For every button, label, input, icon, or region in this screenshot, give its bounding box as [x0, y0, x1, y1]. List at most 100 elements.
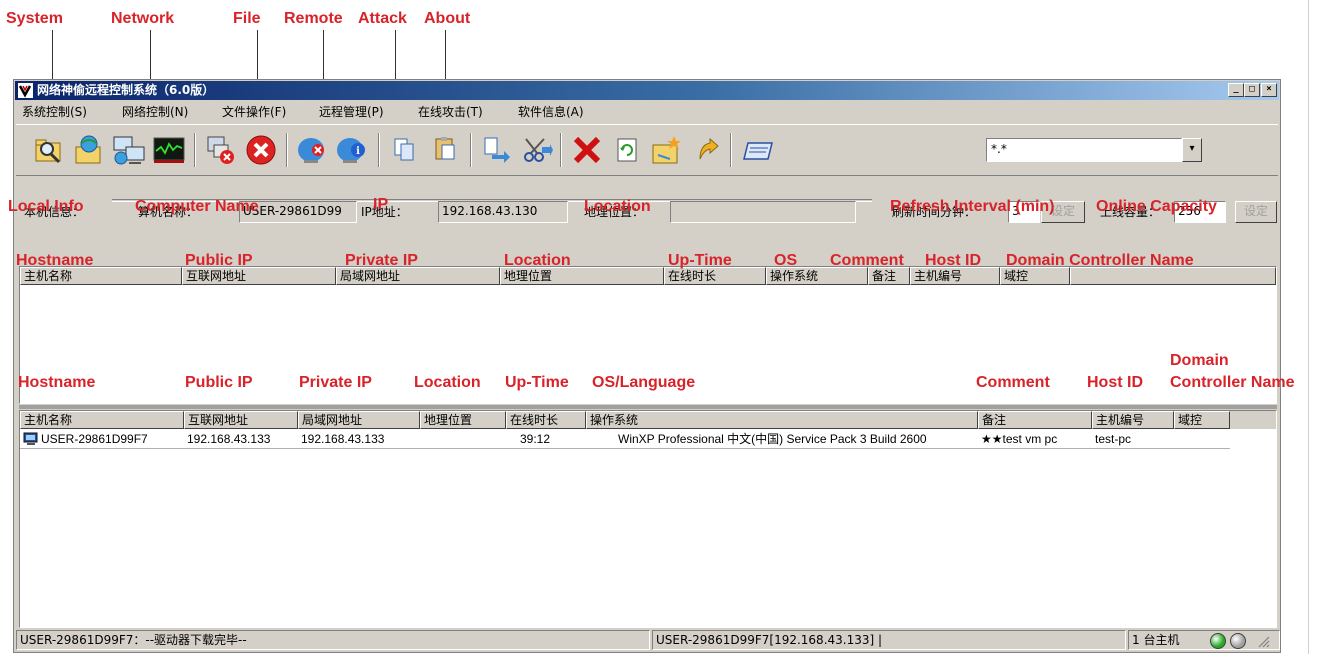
offline-led-icon [1230, 633, 1246, 649]
annot-local-info: Local Info [8, 198, 84, 215]
annot-lower-uptime: Up-Time [505, 374, 569, 391]
annot-lower-public-ip: Public IP [185, 374, 253, 391]
annot-upper-private-ip: Private IP [345, 252, 418, 269]
annot-upper-comment: Comment [830, 252, 904, 269]
monitor-graph-icon[interactable] [152, 133, 186, 167]
annot-upper-public-ip: Public IP [185, 252, 253, 269]
menu-file[interactable]: 文件操作(F) [222, 105, 286, 119]
annot-upper-domain: Domain Controller Name [1006, 252, 1194, 269]
stop-icon[interactable] [244, 133, 278, 167]
lower-col-public-ip[interactable]: 互联网地址 [184, 411, 298, 429]
copy-icon[interactable] [388, 133, 422, 167]
annot-lower-private-ip: Private IP [299, 374, 372, 391]
filter-combo-field[interactable]: *.* [986, 138, 1182, 162]
annot-lower-host-id: Host ID [1087, 374, 1143, 391]
annot-upper-hostname: Hostname [16, 252, 94, 269]
lower-table-header: 主机名称 互联网地址 局域网地址 地理位置 在线时长 操作系统 备注 主机编号 … [20, 411, 1276, 429]
annot-lower-location: Location [414, 374, 481, 391]
annot-system: System [6, 10, 63, 27]
paste-icon[interactable] [428, 133, 462, 167]
status-message: USER-29861D99F7：--驱动器下载完毕-- [16, 630, 650, 650]
annot-ip: IP [373, 196, 389, 213]
toolbar: i *.* ▾ [16, 124, 1278, 176]
annot-upper-host-id: Host ID [925, 252, 981, 269]
lower-col-host-id[interactable]: 主机编号 [1092, 411, 1174, 429]
annot-about: About [424, 10, 471, 27]
app-logo-icon [18, 83, 33, 98]
annot-location: Location [584, 198, 651, 215]
cut-icon[interactable] [520, 133, 554, 167]
lower-col-location[interactable]: 地理位置 [420, 411, 506, 429]
annot-lower-domain-line2: Controller Name [1170, 374, 1295, 391]
cell-location [420, 430, 509, 448]
menu-about[interactable]: 软件信息(A) [518, 105, 584, 119]
menu-attack[interactable]: 在线攻击(T) [418, 105, 483, 119]
move-icon[interactable] [480, 133, 514, 167]
network-folder-icon[interactable] [72, 133, 106, 167]
toolbar-separator [470, 133, 472, 167]
table-row[interactable]: USER-29861D99F7 192.168.43.133 192.168.4… [20, 430, 1230, 449]
lower-col-os[interactable]: 操作系统 [586, 411, 978, 429]
menu-remote[interactable]: 远程管理(P) [319, 105, 384, 119]
remote-disconnect-icon[interactable] [204, 133, 238, 167]
annot-lower-os: OS/Language [592, 374, 696, 391]
chevron-down-icon[interactable]: ▾ [1182, 138, 1202, 162]
online-led-icon [1210, 633, 1226, 649]
maximize-button[interactable]: □ [1244, 83, 1260, 97]
minimize-button[interactable]: _ [1228, 83, 1244, 97]
lower-col-private-ip[interactable]: 局域网地址 [298, 411, 420, 429]
annot-lower-comment: Comment [976, 374, 1050, 391]
annot-remote: Remote [284, 10, 343, 27]
folder-star-icon[interactable] [650, 133, 684, 167]
lower-col-hostname[interactable]: 主机名称 [20, 411, 184, 429]
status-host: USER-29861D99F7[192.168.43.133] | [652, 630, 1126, 650]
about-globe-icon[interactable]: i [336, 133, 370, 167]
svg-text:i: i [356, 146, 360, 157]
toolbar-separator [730, 133, 732, 167]
delete-icon[interactable] [570, 133, 604, 167]
refresh-icon[interactable] [610, 133, 644, 167]
annot-lower-hostname: Hostname [18, 374, 96, 391]
lower-col-domain[interactable]: 域控 [1174, 411, 1230, 429]
capacity-set-button[interactable]: 设定 [1235, 201, 1277, 223]
location-field [670, 201, 856, 223]
ip-field: 192.168.43.130 [438, 201, 568, 223]
system-search-icon[interactable] [32, 133, 66, 167]
cell-public-ip: 192.168.43.133 [187, 432, 271, 446]
pane-splitter[interactable] [19, 405, 1277, 409]
annot-upper-uptime: Up-Time [668, 252, 732, 269]
menu-bar: 系统控制(S) 网络控制(N) 文件操作(F) 远程管理(P) 在线攻击(T) … [16, 102, 1278, 122]
attack-globe-icon[interactable] [296, 133, 330, 167]
toolbar-separator [560, 133, 562, 167]
annot-computer-name: Computer Name [135, 198, 259, 215]
toolbar-separator [194, 133, 196, 167]
lower-host-list[interactable]: 主机名称 互联网地址 局域网地址 地理位置 在线时长 操作系统 备注 主机编号 … [19, 410, 1277, 628]
annot-refresh-interval: Refresh Interval (min) [890, 198, 1055, 215]
cell-comment: ★★test vm pc [981, 432, 1058, 446]
upload-icon[interactable] [690, 133, 724, 167]
status-count: 1 台主机 [1132, 633, 1180, 647]
toolbar-separator [378, 133, 380, 167]
window-icon[interactable] [742, 133, 776, 167]
annot-attack: Attack [358, 10, 407, 27]
lower-col-uptime[interactable]: 在线时长 [506, 411, 586, 429]
lower-col-comment[interactable]: 备注 [978, 411, 1092, 429]
toolbar-separator [286, 133, 288, 167]
status-bar: USER-29861D99F7：--驱动器下载完毕-- USER-29861D9… [16, 628, 1280, 650]
annot-network: Network [111, 10, 175, 27]
resize-grip-icon[interactable] [1256, 634, 1270, 648]
close-button[interactable]: × [1261, 83, 1277, 97]
filter-combo[interactable]: *.* ▾ [986, 135, 1204, 165]
app-window: 网络神偷远程控制系统（6.0版） _ □ × 系统控制(S) 网络控制(N) 文… [13, 79, 1281, 653]
annot-upper-location: Location [504, 252, 571, 269]
menu-network[interactable]: 网络控制(N) [122, 105, 188, 119]
annot-file: File [233, 10, 261, 27]
network-computer-icon[interactable] [112, 133, 146, 167]
cell-os: WinXP Professional 中文(中国) Service Pack 3… [618, 432, 927, 446]
menu-system[interactable]: 系统控制(S) [22, 105, 87, 119]
cell-hostname: USER-29861D99F7 [41, 432, 148, 446]
annot-lower-domain-line1: Domain [1170, 352, 1229, 369]
cell-domain [1174, 430, 1233, 448]
cell-host-id: test-pc [1095, 432, 1132, 446]
title-bar[interactable]: 网络神偷远程控制系统（6.0版） _ □ × [15, 81, 1279, 100]
